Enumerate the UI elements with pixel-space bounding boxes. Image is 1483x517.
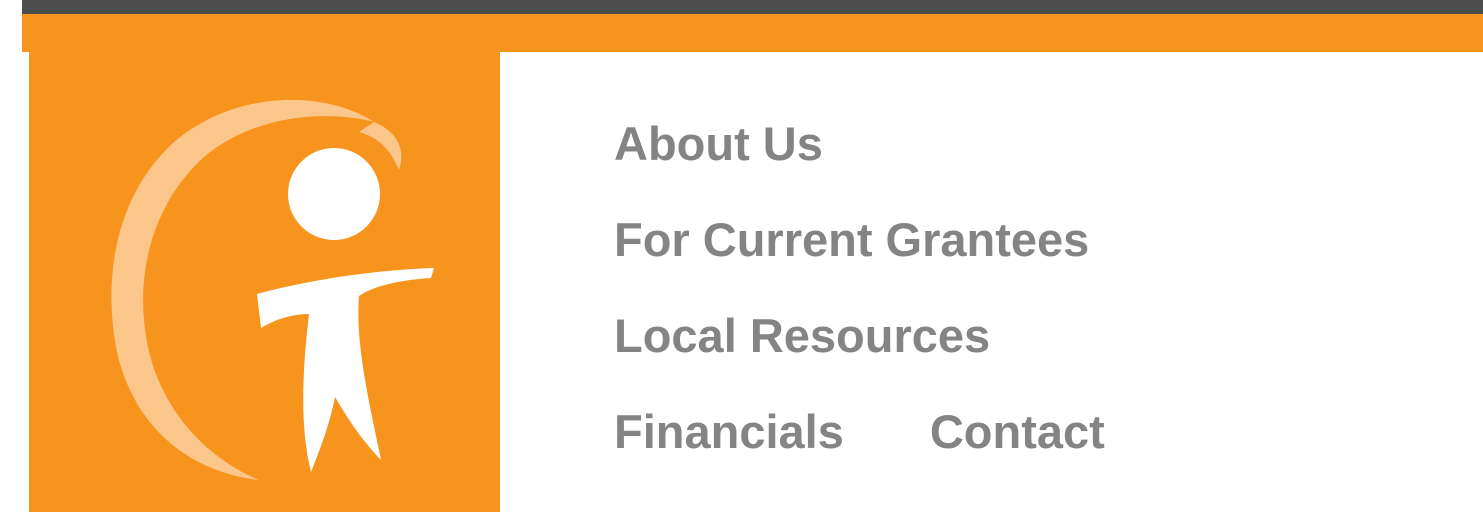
nav-link-local-resources[interactable]: Local Resources bbox=[614, 312, 990, 359]
page: About Us For Current Grantees Local Reso… bbox=[0, 0, 1483, 517]
logo-head-circle bbox=[288, 148, 380, 240]
nav-link-for-current-grantees[interactable]: For Current Grantees bbox=[614, 216, 1089, 263]
main-navigation: About Us For Current Grantees Local Reso… bbox=[614, 120, 1105, 504]
top-orange-bar bbox=[22, 14, 1483, 52]
nav-row: For Current Grantees bbox=[614, 216, 1105, 312]
logo-body-shape bbox=[257, 268, 434, 472]
nav-link-contact[interactable]: Contact bbox=[930, 408, 1105, 455]
top-dark-bar bbox=[22, 0, 1483, 14]
nav-row: Local Resources bbox=[614, 312, 1105, 408]
logo-link[interactable] bbox=[29, 52, 500, 512]
nav-row: About Us bbox=[614, 120, 1105, 216]
nav-row: Financials Contact bbox=[614, 408, 1105, 504]
stylized-letter-g-person-icon bbox=[111, 99, 434, 480]
nav-link-financials[interactable]: Financials bbox=[614, 408, 844, 455]
nav-link-about-us[interactable]: About Us bbox=[614, 120, 823, 167]
